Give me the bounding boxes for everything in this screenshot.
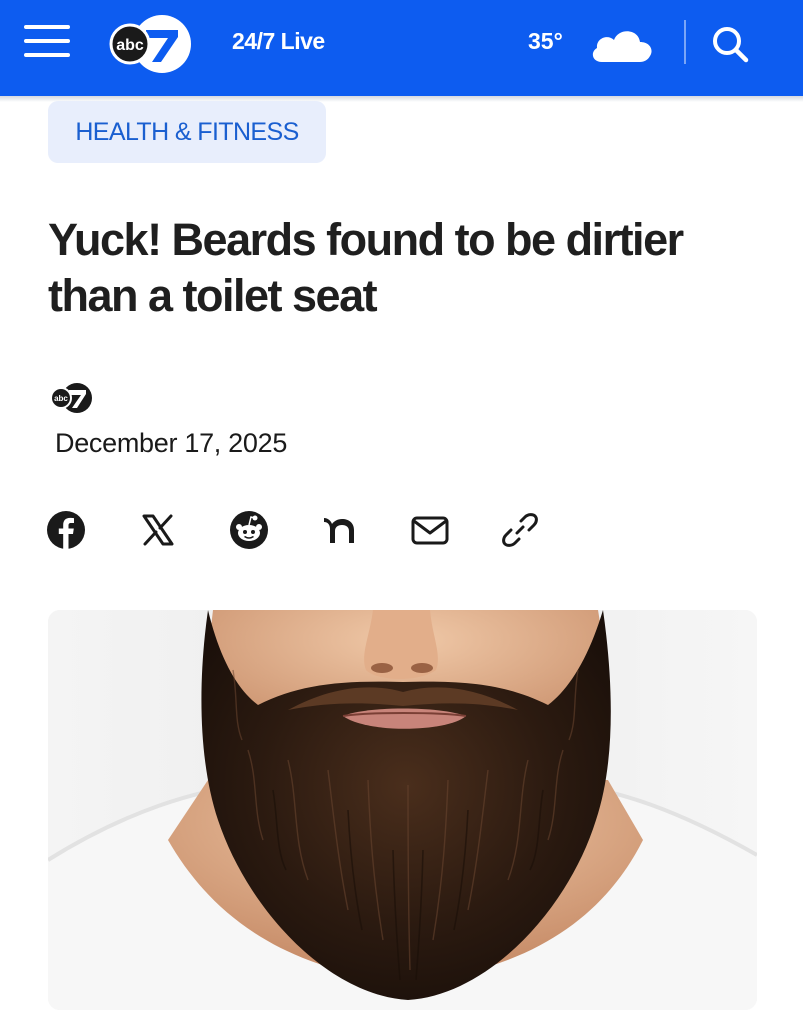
logo-badge-text: abc: [116, 37, 144, 54]
category-tag[interactable]: HEALTH & FITNESS: [48, 101, 326, 163]
cloud-icon[interactable]: [588, 24, 654, 64]
hamburger-menu-icon[interactable]: [24, 23, 72, 61]
article-headline: Yuck! Beards found to be dirtier than a …: [48, 214, 684, 321]
facebook-icon[interactable]: [46, 510, 86, 550]
copy-link-icon[interactable]: [500, 510, 540, 550]
search-icon[interactable]: [708, 22, 752, 66]
bearded-man-photo: [48, 610, 757, 1010]
email-icon[interactable]: [410, 510, 450, 550]
top-navigation-bar: abc 24/7 Live 35°: [0, 0, 803, 96]
temperature-reading[interactable]: 35°: [528, 28, 563, 55]
live-stream-link[interactable]: 24/7 Live: [232, 28, 325, 55]
author-abc7-logo: abc: [50, 383, 92, 413]
reddit-icon[interactable]: [229, 510, 269, 550]
x-icon[interactable]: [138, 510, 178, 550]
abc7-logo[interactable]: abc: [108, 12, 194, 76]
author-logo-badge-text: abc: [54, 394, 68, 403]
publish-date: December 17, 2025: [55, 428, 288, 458]
header-divider: [684, 20, 686, 64]
nextdoor-icon[interactable]: [320, 510, 360, 550]
